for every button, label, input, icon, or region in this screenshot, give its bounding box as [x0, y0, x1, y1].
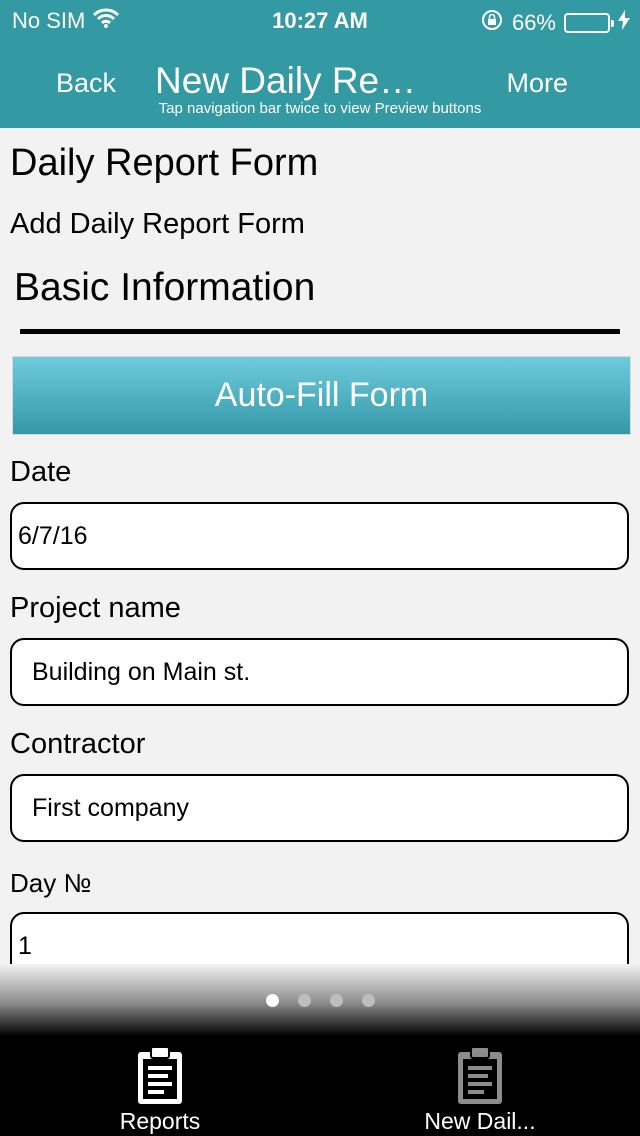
day-number-label: Day № — [10, 868, 92, 898]
clipboard-icon — [456, 1046, 504, 1111]
auto-fill-button[interactable]: Auto-Fill Form — [12, 356, 631, 435]
more-button[interactable]: More — [506, 68, 568, 99]
date-field[interactable]: 6/7/16 — [10, 502, 629, 570]
contractor-label: Contractor — [10, 728, 146, 760]
date-label: Date — [10, 456, 72, 488]
page-dot[interactable] — [265, 994, 279, 1007]
page-dot[interactable] — [361, 994, 375, 1007]
battery-icon — [564, 13, 614, 33]
tab-new-daily-report-label: New Dail... — [424, 1108, 536, 1134]
page-dot[interactable] — [297, 994, 311, 1007]
form-subtitle: Add Daily Report Form — [10, 208, 305, 240]
page-dot[interactable] — [329, 994, 343, 1007]
form-content[interactable]: Daily Report Form Add Daily Report Form … — [0, 128, 640, 964]
charging-icon — [618, 10, 630, 36]
tab-reports-label: Reports — [119, 1108, 201, 1134]
project-name-field[interactable]: Building on Main st. — [10, 638, 629, 706]
battery-percent: 66% — [511, 10, 556, 35]
section-divider — [20, 329, 620, 334]
contractor-field[interactable]: First company — [10, 774, 629, 842]
status-right: 66% — [480, 8, 630, 38]
tab-bar: Reports New Dail... — [0, 1036, 640, 1136]
rotation-lock-icon — [480, 8, 504, 38]
page-dots[interactable] — [0, 994, 640, 1007]
status-bar: No SIM 10:27 AM 66% — [0, 0, 640, 40]
nav-hint: Tap navigation bar twice to view Preview… — [158, 100, 482, 117]
tab-new-daily-report[interactable]: New Dail... — [320, 1036, 640, 1136]
header: No SIM 10:27 AM 66% Back New Daily Re… M… — [0, 0, 640, 128]
project-name-label: Project name — [10, 592, 181, 624]
navigation-bar[interactable]: Back New Daily Re… More Tap navigation b… — [0, 56, 640, 117]
nav-title: New Daily Re… — [155, 60, 417, 101]
clipboard-icon — [136, 1046, 184, 1111]
day-number-field[interactable]: 1 — [10, 912, 629, 964]
page-indicator — [0, 964, 640, 1036]
back-button[interactable]: Back — [56, 68, 116, 99]
form-title: Daily Report Form — [10, 142, 319, 184]
section-title: Basic Information — [14, 266, 316, 309]
tab-reports[interactable]: Reports — [0, 1036, 320, 1136]
